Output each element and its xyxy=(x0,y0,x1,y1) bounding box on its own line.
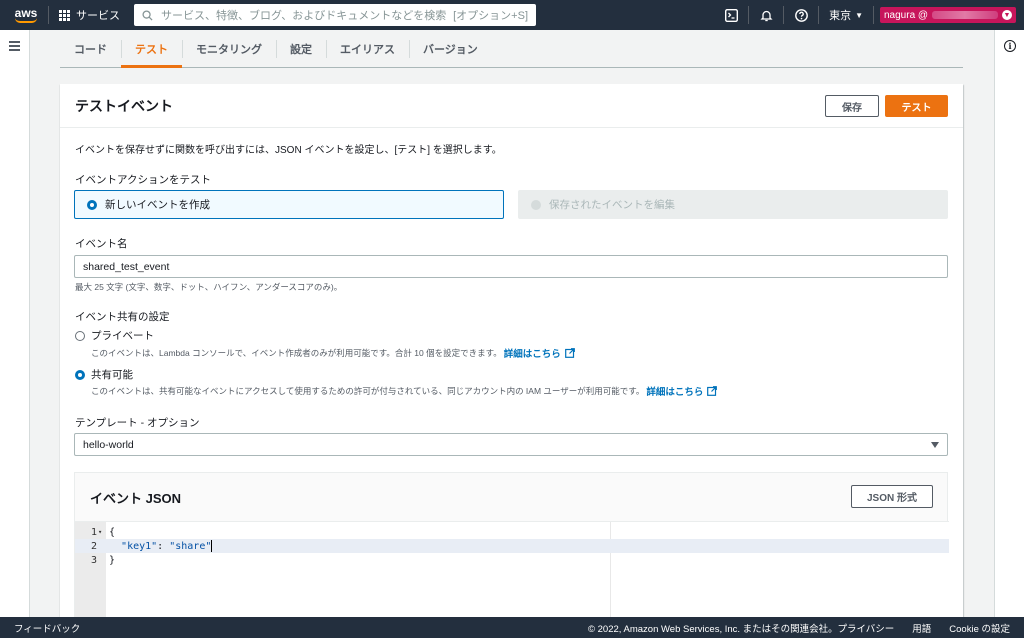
tab-configuration[interactable]: 設定 xyxy=(276,30,326,67)
event-name-input[interactable]: shared_test_event xyxy=(74,255,948,278)
tab-monitoring[interactable]: モニタリング xyxy=(182,30,276,67)
test-button[interactable]: テスト xyxy=(885,95,948,117)
caret-down-icon: ▼ xyxy=(855,10,863,20)
bell-icon xyxy=(760,10,773,21)
code-line-active: 2 "key1": "share" xyxy=(75,539,949,553)
search-input[interactable]: サービス、特徴、ブログ、およびドキュメントなどを検索 [オプション+S] xyxy=(134,4,536,26)
services-label: サービス xyxy=(76,10,120,22)
tab-versions[interactable]: バージョン xyxy=(409,30,492,67)
shareable-option[interactable]: 共有可能 xyxy=(75,367,133,382)
private-learn-more-link[interactable]: 詳細はこちら xyxy=(504,346,561,360)
private-option[interactable]: プライベート xyxy=(75,328,154,343)
event-name-value: shared_test_event xyxy=(83,260,170,273)
code-line: 3 } xyxy=(90,554,116,566)
search-shortcut: [オプション+S] xyxy=(453,10,528,22)
radio-unselected-icon xyxy=(75,330,85,341)
panel-title: テストイベント xyxy=(75,97,173,114)
account-menu[interactable]: nagura @ ▼ xyxy=(880,7,1016,23)
right-rail: i xyxy=(994,30,1024,617)
event-json-title: イベント JSON xyxy=(90,491,182,506)
aws-smile-icon xyxy=(15,18,37,23)
account-redacted xyxy=(932,11,998,19)
test-action-label: イベントアクションをテスト xyxy=(75,174,211,186)
cloudshell-icon xyxy=(724,8,738,22)
top-navigation: aws サービス サービス、特徴、ブログ、およびドキュメントなどを検索 [オプシ… xyxy=(0,0,1024,30)
region-label: 東京 xyxy=(829,10,852,22)
services-menu-button[interactable]: サービス xyxy=(49,7,130,23)
save-button[interactable]: 保存 xyxy=(825,95,879,117)
json-code-editor[interactable]: 1 ▾ { 2 "key1": "share" 3 } xyxy=(75,521,949,626)
region-selector[interactable]: 東京 ▼ xyxy=(819,7,873,23)
text-cursor xyxy=(211,540,213,552)
create-new-event-option[interactable]: 新しいイベントを作成 xyxy=(74,190,504,219)
search-icon xyxy=(142,9,153,21)
console-footer: フィードバック © 2022, Amazon Web Services, Inc… xyxy=(0,617,1024,638)
panel-header: テストイベント 保存 テスト xyxy=(60,84,963,128)
left-rail xyxy=(0,30,30,617)
create-new-event-label: 新しいイベントを作成 xyxy=(105,199,210,211)
menu-icon[interactable] xyxy=(9,41,20,53)
external-link-icon xyxy=(707,386,718,396)
radio-selected-icon xyxy=(87,199,97,210)
radio-disabled-icon xyxy=(531,199,541,210)
code-line: 1 ▾ { xyxy=(90,526,116,538)
terms-link[interactable]: 用語 xyxy=(912,621,931,635)
help-button[interactable] xyxy=(784,0,818,30)
feedback-link[interactable]: フィードバック xyxy=(14,621,80,635)
function-tabs: コード テスト モニタリング 設定 エイリアス バージョン xyxy=(60,30,963,68)
cookie-settings-link[interactable]: Cookie の設定 xyxy=(949,621,1010,635)
tab-test[interactable]: テスト xyxy=(121,30,182,68)
cloudshell-button[interactable] xyxy=(714,0,748,30)
help-icon xyxy=(794,8,808,22)
template-value: hello-world xyxy=(83,438,134,451)
edit-saved-event-label: 保存されたイベントを編集 xyxy=(549,199,675,211)
format-json-button[interactable]: JSON 形式 xyxy=(851,485,933,508)
sharing-settings-label: イベント共有の設定 xyxy=(75,311,170,323)
shareable-learn-more-link[interactable]: 詳細はこちら xyxy=(646,384,703,398)
tab-aliases[interactable]: エイリアス xyxy=(326,30,409,67)
fold-arrow-icon[interactable]: ▾ xyxy=(97,528,106,536)
panel-description: イベントを保存せずに関数を呼び出すには、JSON イベントを設定し、[テスト] … xyxy=(75,145,502,156)
event-name-label: イベント名 xyxy=(75,238,128,250)
privacy-link[interactable]: プライバシー xyxy=(837,621,894,635)
shareable-label: 共有可能 xyxy=(91,369,133,381)
tab-code[interactable]: コード xyxy=(60,30,121,67)
shareable-description-row: このイベントは、共有可能なイベントにアクセスして使用するための許可が付与されてい… xyxy=(91,384,718,398)
private-description: このイベントは、Lambda コンソールで、イベント作成者のみが利用可能です。合… xyxy=(91,348,502,358)
template-label: テンプレート - オプション xyxy=(75,417,200,429)
test-event-panel: テストイベント 保存 テスト イベントを保存せずに関数を呼び出すには、JSON … xyxy=(60,84,963,626)
shareable-description: このイベントは、共有可能なイベントにアクセスして使用するための許可が付与されてい… xyxy=(91,386,645,396)
search-placeholder: サービス、特徴、ブログ、およびドキュメントなどを検索 xyxy=(161,10,447,22)
json-key: "key1" xyxy=(121,541,158,552)
account-label: nagura @ xyxy=(884,9,929,21)
json-value: "share" xyxy=(169,541,212,552)
info-icon[interactable]: i xyxy=(1004,40,1016,52)
aws-logo[interactable]: aws xyxy=(4,0,48,30)
external-link-icon xyxy=(564,348,575,358)
private-label: プライベート xyxy=(91,330,154,342)
notifications-button[interactable] xyxy=(749,0,783,30)
dropdown-arrow-icon xyxy=(931,442,939,448)
radio-selected-icon xyxy=(75,369,85,380)
copyright-text: © 2022, Amazon Web Services, Inc. またはその関… xyxy=(588,623,838,635)
grid-icon xyxy=(59,9,70,21)
event-json-panel: イベント JSON JSON 形式 1 ▾ { 2 "key1": "share… xyxy=(74,472,949,626)
event-name-hint: 最大 25 文字 (文字、数字、ドット、ハイフン、アンダースコアのみ)。 xyxy=(75,282,343,292)
private-description-row: このイベントは、Lambda コンソールで、イベント作成者のみが利用可能です。合… xyxy=(91,346,575,360)
caret-down-icon: ▼ xyxy=(1002,10,1012,20)
edit-saved-event-option: 保存されたイベントを編集 xyxy=(518,190,948,219)
template-select[interactable]: hello-world xyxy=(74,433,948,456)
